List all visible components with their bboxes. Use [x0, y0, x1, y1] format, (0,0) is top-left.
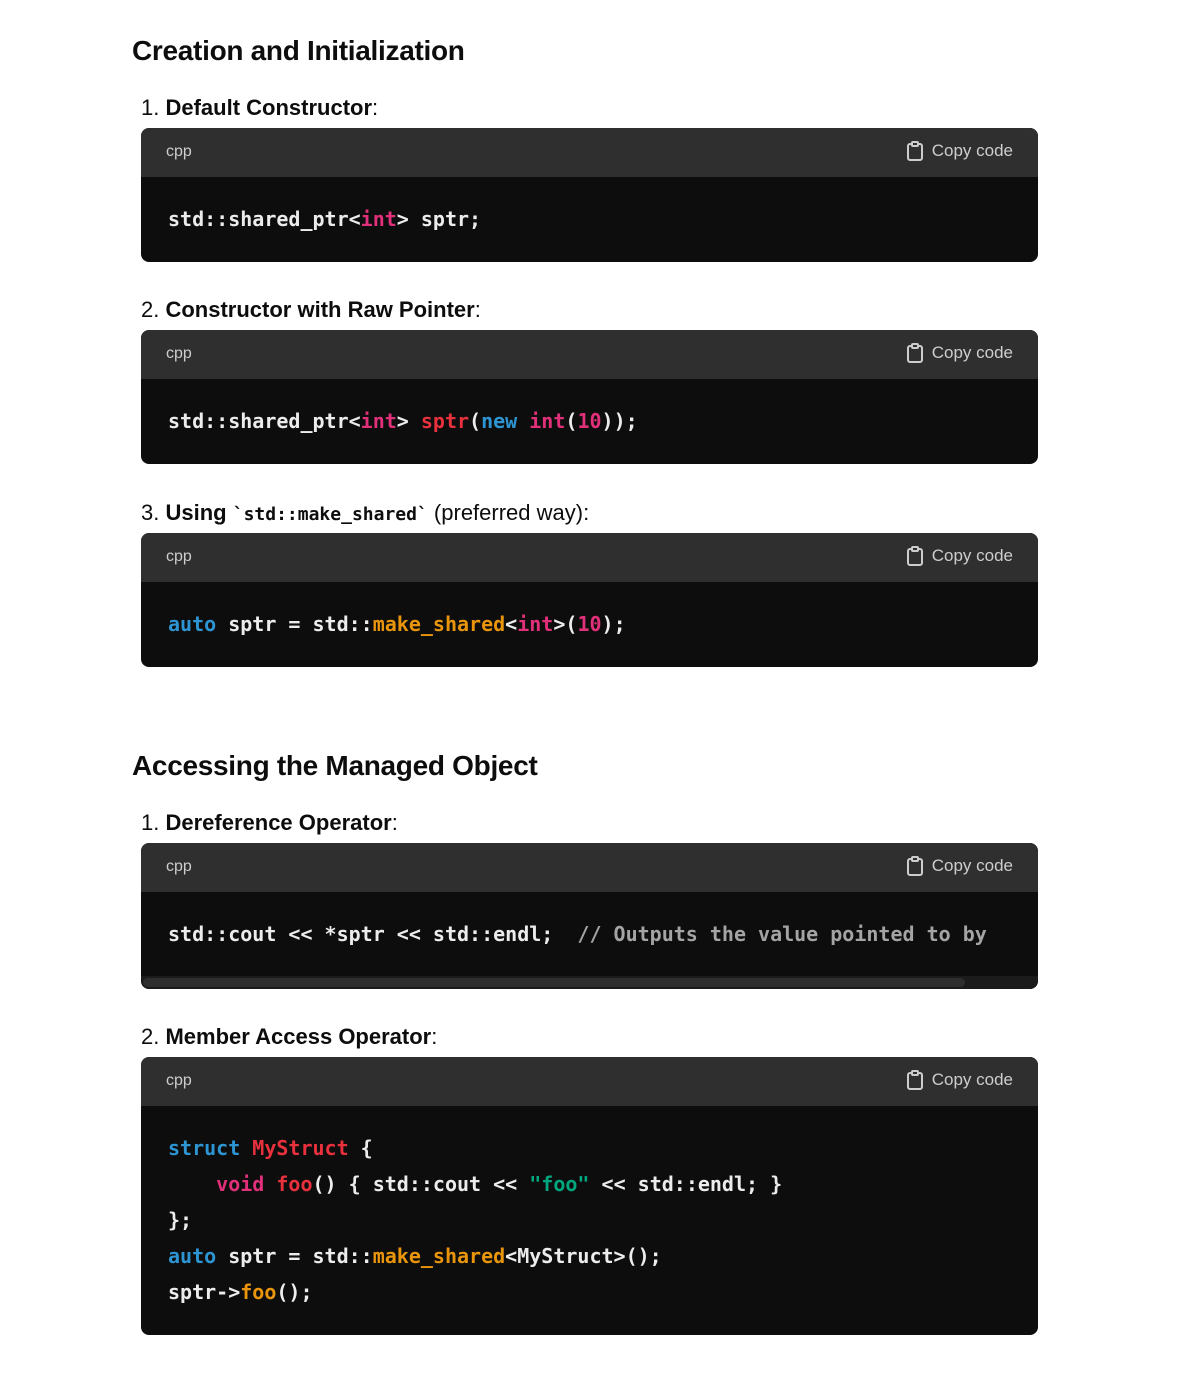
- clipboard-icon: [906, 1070, 924, 1090]
- copy-code-label: Copy code: [931, 141, 1013, 160]
- item-number: 1.: [141, 95, 160, 120]
- code-block: cpp Copy code struct MyStruct { void foo…: [141, 1057, 1038, 1335]
- item-label: 1. Default Constructor:: [141, 94, 378, 122]
- item-suffix: :: [431, 1024, 438, 1049]
- code-line: struct MyStruct {: [168, 1136, 373, 1160]
- item-suffix: :: [391, 810, 398, 835]
- copy-code-label: Copy code: [931, 546, 1013, 565]
- code-header: cpp Copy code: [141, 330, 1038, 379]
- item-name: Constructor with Raw Pointer: [165, 297, 475, 322]
- code-content: auto sptr = std::make_shared<int>(10);: [141, 582, 1038, 642]
- item-number: 1.: [141, 810, 160, 835]
- code-line: sptr->foo();: [168, 1280, 313, 1304]
- item-label: 2. Constructor with Raw Pointer:: [141, 296, 481, 324]
- copy-code-label: Copy code: [931, 343, 1013, 362]
- code-content: std::cout << *sptr << std::endl; // Outp…: [141, 892, 1038, 952]
- code-header: cpp Copy code: [141, 843, 1038, 892]
- code-language: cpp: [166, 143, 192, 160]
- clipboard-icon: [906, 546, 924, 566]
- item-number: 3.: [141, 500, 160, 525]
- code-block: cpp Copy code std::shared_ptr<int> sptr(…: [141, 330, 1038, 464]
- code-header: cpp Copy code: [141, 1057, 1038, 1106]
- code-language: cpp: [166, 1072, 192, 1089]
- code-line: };: [168, 1208, 193, 1232]
- code-content: std::shared_ptr<int> sptr;: [141, 177, 1038, 237]
- code-language: cpp: [166, 548, 192, 565]
- horizontal-scrollbar[interactable]: [141, 976, 1038, 989]
- copy-code-button[interactable]: Copy code: [906, 856, 1013, 876]
- item-label: 3. Using `std::make_shared` (preferred w…: [141, 499, 589, 529]
- code-header: cpp Copy code: [141, 533, 1038, 582]
- code-block: cpp Copy code auto sptr = std::make_shar…: [141, 533, 1038, 667]
- item-name: Default Constructor: [165, 95, 373, 120]
- code-line: void foo() { std::cout << "foo" << std::…: [216, 1172, 783, 1196]
- code-line: std::cout << *sptr << std::endl; // Outp…: [168, 922, 987, 946]
- item-suffix: :: [372, 95, 379, 120]
- clipboard-icon: [906, 343, 924, 363]
- item-number: 2.: [141, 1024, 160, 1049]
- code-line: std::shared_ptr<int> sptr;: [168, 207, 482, 231]
- item-suffix: (preferred way):: [427, 500, 590, 525]
- item-number: 2.: [141, 297, 160, 322]
- item-label: 1. Dereference Operator:: [141, 809, 398, 837]
- code-language: cpp: [166, 345, 192, 362]
- clipboard-icon: [906, 856, 924, 876]
- code-block: cpp Copy code std::cout << *sptr << std:…: [141, 843, 1038, 989]
- section-title: Accessing the Managed Object: [132, 750, 538, 781]
- code-content: struct MyStruct { void foo() { std::cout…: [141, 1106, 1038, 1310]
- item-label: 2. Member Access Operator:: [141, 1023, 437, 1051]
- copy-code-label: Copy code: [931, 856, 1013, 875]
- item-name: Dereference Operator: [165, 810, 392, 835]
- inline-code: `std::make_shared`: [232, 504, 428, 525]
- code-content: std::shared_ptr<int> sptr(new int(10));: [141, 379, 1038, 439]
- clipboard-icon: [906, 141, 924, 161]
- copy-code-label: Copy code: [931, 1070, 1013, 1089]
- section-title: Creation and Initialization: [132, 35, 465, 66]
- item-suffix: :: [474, 297, 481, 322]
- copy-code-button[interactable]: Copy code: [906, 343, 1013, 363]
- code-language: cpp: [166, 858, 192, 875]
- item-name: Member Access Operator: [165, 1024, 432, 1049]
- code-line: auto sptr = std::make_shared<MyStruct>()…: [168, 1244, 662, 1268]
- copy-code-button[interactable]: Copy code: [906, 1070, 1013, 1090]
- scrollbar-thumb[interactable]: [143, 978, 965, 987]
- code-block: cpp Copy code std::shared_ptr<int> sptr;: [141, 128, 1038, 262]
- item-name: Using: [165, 500, 227, 525]
- code-line: auto sptr = std::make_shared<int>(10);: [168, 612, 626, 636]
- code-line: std::shared_ptr<int> sptr(new int(10));: [168, 409, 638, 433]
- copy-code-button[interactable]: Copy code: [906, 141, 1013, 161]
- code-header: cpp Copy code: [141, 128, 1038, 177]
- copy-code-button[interactable]: Copy code: [906, 546, 1013, 566]
